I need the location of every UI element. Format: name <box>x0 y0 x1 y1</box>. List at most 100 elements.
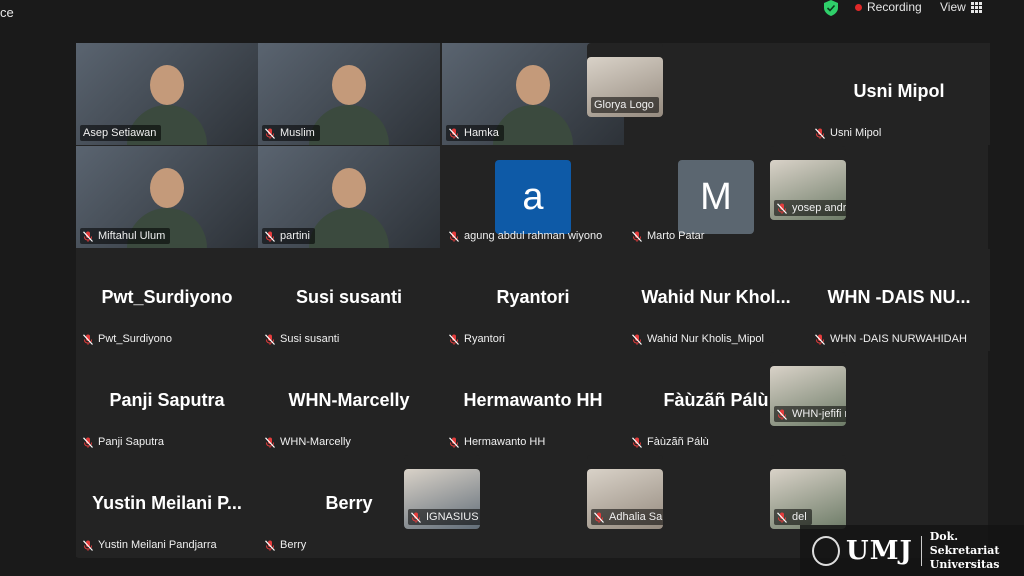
participant-name: agung abdul rahman wiyono <box>464 230 603 242</box>
mic-muted-icon <box>632 436 642 448</box>
participant-name-label: WHN -DAIS NURWAHIDAH <box>812 331 972 347</box>
window-title: ce <box>0 5 14 20</box>
participant-tile[interactable]: partini <box>258 146 440 248</box>
participant-name-label: partini <box>262 228 315 244</box>
mic-muted-icon <box>411 511 421 523</box>
mic-muted-icon <box>777 408 787 420</box>
participant-tile[interactable]: Susi susanti Susi susanti <box>258 249 440 351</box>
top-bar: ce Recording View <box>0 0 1024 28</box>
participant-tile[interactable]: Asep Setiawan <box>76 43 258 145</box>
participant-big-name: Susi susanti <box>295 287 403 307</box>
university-seal-icon <box>812 535 841 566</box>
person-silhouette <box>150 168 184 208</box>
participant-tile[interactable]: Glorya Logo <box>587 43 663 117</box>
participant-name: IGNASIUS HARTONO MATTH... <box>426 511 480 523</box>
person-silhouette <box>332 65 366 105</box>
participant-name-label: Hermawanto HH <box>446 434 550 450</box>
participant-tile[interactable]: a agung abdul rahman wiyono <box>442 146 624 248</box>
participant-name: Asep Setiawan <box>83 127 157 139</box>
participant-big-name: Wahid Nur Khol... <box>641 287 791 307</box>
participant-tile[interactable]: WHN-jefifi milda Tobe <box>770 352 846 426</box>
recording-label: Recording <box>867 0 922 14</box>
mic-muted-icon <box>815 333 825 345</box>
participant-name: Wahid Nur Kholis_Mipol <box>647 333 764 345</box>
mic-muted-icon <box>83 230 93 242</box>
participant-name-label: WHN-jefifi milda Tobe <box>774 406 846 422</box>
mic-muted-icon <box>632 333 642 345</box>
participant-tile[interactable]: Pwt_Surdiyono Pwt_Surdiyono <box>76 249 258 351</box>
mic-muted-icon <box>265 127 275 139</box>
participant-tile[interactable]: IGNASIUS HARTONO MATTH... <box>404 455 480 529</box>
participant-name: Fàùzãñ Pálù <box>647 436 709 448</box>
participant-name: Adhalia Saputri <box>609 511 663 523</box>
participant-name-label: WHN-Marcelly <box>262 434 356 450</box>
participant-name-label: Asep Setiawan <box>80 125 162 141</box>
participant-name-label: Muslim <box>262 125 320 141</box>
participant-name: yosep andriana <box>792 202 846 214</box>
person-silhouette <box>150 65 184 105</box>
participant-tile[interactable]: del <box>770 455 846 529</box>
participant-name: Pwt_Surdiyono <box>98 333 172 345</box>
participant-tile[interactable]: Yustin Meilani P... Yustin Meilani Pandja… <box>76 455 258 557</box>
participant-name: Glorya Logo <box>594 99 654 111</box>
participant-tile[interactable]: Hermawanto HH Hermawanto HH <box>442 352 624 454</box>
participant-name: Ryantori <box>464 333 505 345</box>
shield-check-icon[interactable] <box>824 0 838 16</box>
participant-tile[interactable]: Muslim <box>258 43 440 145</box>
avatar: M <box>678 160 754 234</box>
participant-big-name: Hermawanto HH <box>463 390 603 410</box>
participant-name: partini <box>280 230 310 242</box>
participant-tile[interactable]: WHN-Marcelly WHN-Marcelly <box>258 352 440 454</box>
participant-name-label: Ryantori <box>446 331 510 347</box>
participant-tile[interactable]: yosep andriana <box>770 146 846 220</box>
participant-name: Marto Patar <box>647 230 705 242</box>
watermark-text: Dok. Sekretariat Universitas <box>930 530 1024 572</box>
participant-name: Susi susanti <box>280 333 340 345</box>
participant-name-label: Susi susanti <box>262 331 344 347</box>
mic-muted-icon <box>265 436 275 448</box>
participant-big-name: WHN -DAIS NU... <box>827 287 971 307</box>
participant-name-label: Yustin Meilani Pandjarra <box>80 537 222 553</box>
participant-name: Miftahul Ulum <box>98 230 166 242</box>
participant-name: WHN-jefifi milda Tobe <box>792 408 846 420</box>
participant-name: Panji Saputra <box>98 436 165 448</box>
participant-tile[interactable]: Usni Mipol Usni Mipol <box>808 43 990 145</box>
mic-muted-icon <box>83 436 93 448</box>
mic-muted-icon <box>265 333 275 345</box>
participant-tile[interactable]: Ryantori Ryantori <box>442 249 624 351</box>
view-button[interactable]: View <box>940 0 982 14</box>
participant-name: Muslim <box>280 127 315 139</box>
mic-muted-icon <box>594 511 604 523</box>
mic-muted-icon <box>632 230 642 242</box>
participant-big-name: WHN-Marcelly <box>288 390 410 410</box>
mic-muted-icon <box>449 230 459 242</box>
participant-name-label: Pwt_Surdiyono <box>80 331 177 347</box>
mic-muted-icon <box>265 230 275 242</box>
participant-name-label: Adhalia Saputri <box>591 509 663 525</box>
avatar: a <box>495 160 571 234</box>
participant-tile[interactable]: Miftahul Ulum <box>76 146 258 248</box>
participant-tile[interactable]: WHN -DAIS NU... WHN -DAIS NURWAHIDAH <box>808 249 990 351</box>
participant-tile[interactable]: Adhalia Saputri <box>587 455 663 529</box>
participant-big-name: Pwt_Surdiyono <box>101 287 233 307</box>
mic-muted-icon <box>449 436 459 448</box>
mic-muted-icon <box>83 539 93 551</box>
participant-tile[interactable]: Panji Saputra Panji Saputra <box>76 352 258 454</box>
recording-indicator[interactable]: Recording <box>855 0 922 14</box>
participant-big-name: Panji Saputra <box>109 390 225 410</box>
gallery-grid-icon <box>970 1 982 13</box>
participant-name-label: Glorya Logo <box>591 97 659 113</box>
view-label: View <box>940 0 966 14</box>
mic-muted-icon <box>777 511 787 523</box>
recording-dot-icon <box>855 3 862 11</box>
umj-logo: UMJ <box>846 535 913 566</box>
participant-tile[interactable]: Wahid Nur Khol... Wahid Nur Kholis_Mipol <box>625 249 807 351</box>
person-silhouette <box>516 65 550 105</box>
participant-name-label: Wahid Nur Kholis_Mipol <box>629 331 769 347</box>
participant-name-label: Fàùzãñ Pálù <box>629 434 714 450</box>
participant-name-label: Marto Patar <box>629 228 709 244</box>
mic-muted-icon <box>777 202 787 214</box>
participant-name: Hamka <box>464 127 499 139</box>
mic-muted-icon <box>449 333 459 345</box>
participant-name-label: Usni Mipol <box>812 125 886 141</box>
